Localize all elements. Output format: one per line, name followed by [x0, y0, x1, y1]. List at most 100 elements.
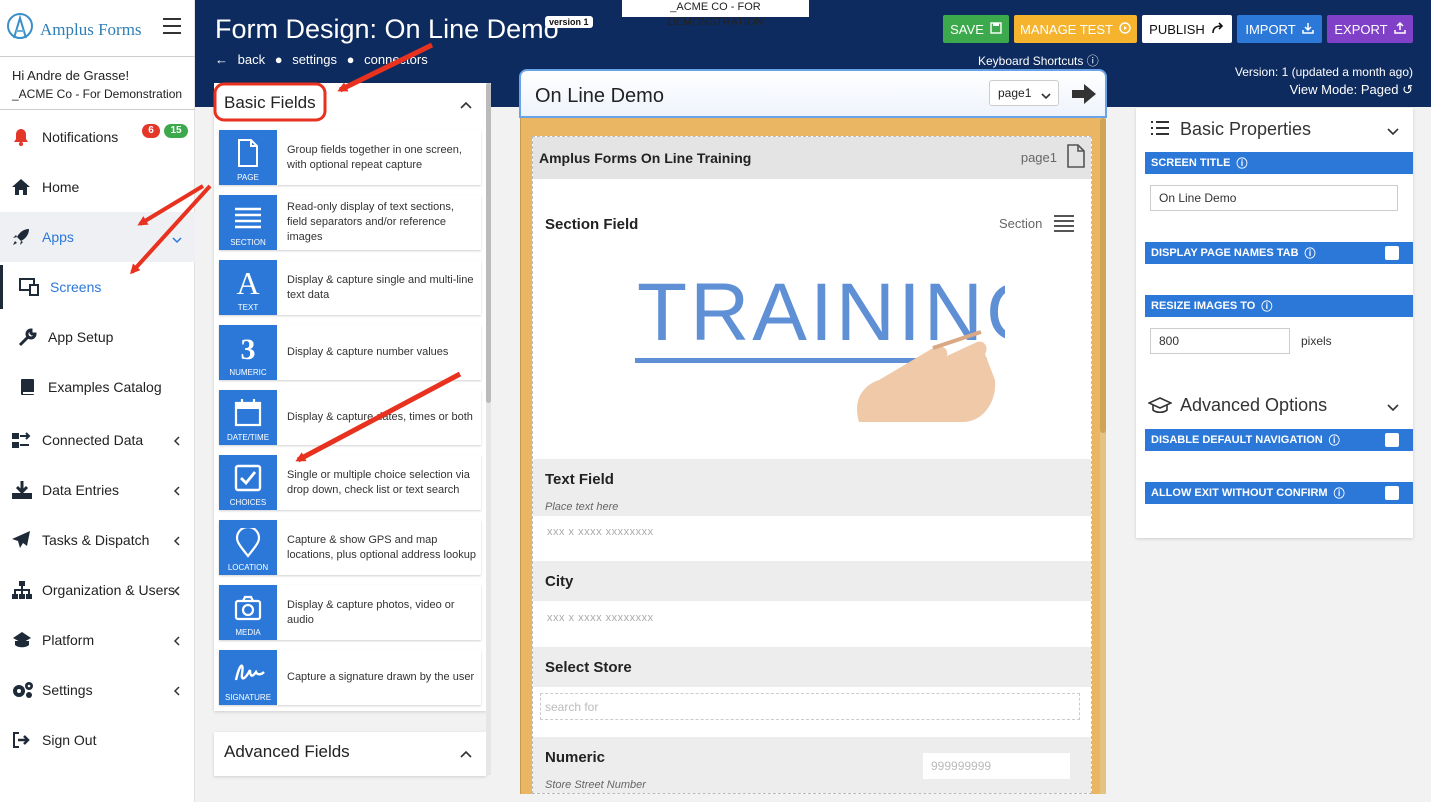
canvas-scrollbar[interactable]	[1100, 118, 1106, 794]
screens-icon	[18, 277, 40, 297]
city-field[interactable]: City	[533, 561, 1091, 601]
field-type-date-time[interactable]: DATE/TIME Display & capture dates, times…	[219, 390, 481, 445]
select-store-field[interactable]: Select Store	[533, 647, 1091, 687]
chevron-up-icon[interactable]	[460, 746, 472, 764]
training-image: TRAINING	[633, 262, 1050, 428]
sidebar-item-label: App Setup	[48, 329, 114, 345]
share-icon	[1211, 21, 1225, 37]
scrollbar-thumb[interactable]	[486, 83, 491, 403]
sidebar-item-platform[interactable]: Platform	[0, 618, 195, 662]
sidebar-item-label: Platform	[42, 632, 95, 648]
text-field-mask: xxx x xxxx xxxxxxxx	[547, 526, 654, 538]
chevron-left-icon	[172, 483, 182, 496]
field-type-location[interactable]: LOCATION Capture & show GPS and map loca…	[219, 520, 481, 575]
field-type-numeric[interactable]: 3 NUMERIC Display & capture number values	[219, 325, 481, 380]
sidebar-item-tasks-dispatch[interactable]: Tasks & Dispatch	[0, 518, 195, 562]
store-search-input[interactable]: search for	[540, 693, 1080, 720]
field-type-label: SIGNATURE	[224, 693, 272, 702]
upload-icon	[1393, 21, 1406, 37]
disable-navigation-bar: DISABLE DEFAULT NAVIGATION ⓘ	[1145, 429, 1413, 451]
help-icon[interactable]: ⓘ	[1329, 432, 1340, 448]
publish-button[interactable]: PUBLISH	[1142, 15, 1232, 43]
sidebar-item-sign-out[interactable]: Sign Out	[0, 718, 195, 762]
page-select[interactable]: page1	[989, 80, 1059, 106]
hamburger-menu-icon[interactable]	[163, 18, 181, 34]
basic-properties-title[interactable]: Basic Properties	[1180, 119, 1311, 140]
page-label: page1	[1020, 150, 1057, 165]
breadcrumb-settings[interactable]: settings	[292, 52, 337, 67]
allow-exit-label: ALLOW EXIT WITHOUT CONFIRM	[1151, 487, 1328, 499]
city-field-mask: xxx x xxxx xxxxxxxx	[547, 612, 654, 624]
form-canvas: Amplus Forms On Line Training page1 Sect…	[520, 118, 1106, 794]
chevron-up-icon[interactable]	[460, 97, 472, 115]
save-button[interactable]: SAVE	[943, 15, 1009, 43]
field-type-description: Read-only display of text sections, fiel…	[287, 201, 454, 243]
keyboard-shortcuts-label: Keyboard Shortcuts	[978, 54, 1084, 68]
sidebar-item-settings[interactable]: Settings	[0, 668, 195, 712]
sidebar-item-connected-data[interactable]: Connected Data	[0, 418, 195, 462]
numeric-mask-input[interactable]: 999999999	[923, 753, 1070, 779]
field-type-signature[interactable]: SIGNATURE Capture a signature drawn by t…	[219, 650, 481, 705]
download-icon	[11, 480, 33, 500]
signature-icon	[234, 664, 265, 681]
play-circle-icon	[1119, 21, 1131, 37]
sidebar-item-screens[interactable]: Screens	[0, 265, 195, 309]
basic-fields-title[interactable]: Basic Fields	[224, 93, 316, 113]
sidebar-item-app-setup[interactable]: App Setup	[0, 315, 195, 359]
text-field[interactable]: Text Field Place text here	[533, 459, 1091, 516]
field-type-page[interactable]: PAGE Group fields together in one screen…	[219, 130, 481, 185]
field-type-choices[interactable]: CHOICES Single or multiple choice select…	[219, 455, 481, 510]
display-page-names-checkbox[interactable]	[1385, 246, 1399, 260]
page-header[interactable]: Amplus Forms On Line Training page1	[533, 137, 1091, 179]
calendar-icon	[234, 399, 262, 427]
field-type-section[interactable]: SECTION Read-only display of text sectio…	[219, 195, 481, 250]
chevron-down-icon[interactable]	[1387, 400, 1399, 418]
export-button[interactable]: EXPORT	[1327, 15, 1413, 43]
palette-scrollbar[interactable]	[486, 83, 491, 775]
sidebar-item-home[interactable]: Home	[0, 165, 195, 209]
sidebar-item-examples-catalog[interactable]: Examples Catalog	[0, 365, 195, 409]
numeric-icon: 3	[241, 333, 256, 363]
wrench-icon	[18, 327, 40, 347]
resize-images-input[interactable]: 800	[1150, 328, 1290, 354]
manage-test-button[interactable]: MANAGE TEST	[1014, 15, 1137, 43]
keyboard-shortcuts-link[interactable]: Keyboard Shortcuts ⓘ	[978, 52, 1099, 69]
sidebar-item-apps[interactable]: Apps	[0, 212, 195, 262]
disable-navigation-checkbox[interactable]	[1385, 433, 1399, 447]
connected-data-icon	[11, 430, 33, 450]
screen-title-input[interactable]: On Line Demo	[1150, 185, 1398, 211]
sidebar-item-data-entries[interactable]: Data Entries	[0, 468, 195, 512]
advanced-options-title[interactable]: Advanced Options	[1180, 395, 1327, 416]
field-type-description: Display & capture number values	[287, 346, 449, 358]
numeric-field[interactable]: Numeric Store Street Number 999999999	[533, 737, 1091, 793]
section-field-title[interactable]: Section Field	[545, 216, 638, 233]
field-type-label: PAGE	[237, 173, 259, 182]
help-icon[interactable]: ⓘ	[1305, 245, 1316, 261]
sidebar-item-label: Screens	[50, 279, 102, 295]
back-arrow-icon[interactable]: ←	[215, 52, 228, 67]
help-icon[interactable]: ⓘ	[1334, 485, 1345, 501]
field-type-text[interactable]: A TEXT Display & capture single and multi…	[219, 260, 481, 315]
import-button[interactable]: IMPORT	[1237, 15, 1322, 43]
field-type-media[interactable]: MEDIA Display & capture photos, video or…	[219, 585, 481, 640]
section-lines-icon	[1053, 213, 1075, 238]
allow-exit-checkbox[interactable]	[1385, 486, 1399, 500]
breadcrumb-connectors[interactable]: connectors	[364, 52, 428, 67]
breadcrumb: ← back ● settings ● connectors	[215, 52, 434, 67]
page-icon	[238, 139, 258, 167]
advanced-fields-panel[interactable]: Advanced Fields	[214, 732, 486, 776]
sidebar-item-organization-users[interactable]: Organization & Users	[0, 568, 195, 612]
help-icon[interactable]: ⓘ	[1261, 298, 1272, 314]
sidebar-item-notifications[interactable]: Notifications 6 15	[0, 115, 195, 159]
display-page-names-bar: DISPLAY PAGE NAMES TAB ⓘ	[1145, 242, 1413, 264]
checkbox-icon	[234, 464, 262, 492]
view-mode-toggle[interactable]: View Mode: Paged ↺	[1235, 81, 1413, 98]
help-icon[interactable]: ⓘ	[1236, 155, 1247, 171]
scrollbar-thumb[interactable]	[1100, 118, 1106, 433]
chevron-down-icon[interactable]	[1387, 124, 1399, 142]
sidebar-item-label: Data Entries	[42, 482, 120, 498]
sidebar-item-label: Settings	[42, 682, 93, 698]
greeting-text: Hi Andre de Grasse!	[12, 68, 130, 83]
next-page-arrow-icon[interactable]	[1071, 83, 1097, 110]
breadcrumb-back[interactable]: back	[238, 52, 265, 67]
